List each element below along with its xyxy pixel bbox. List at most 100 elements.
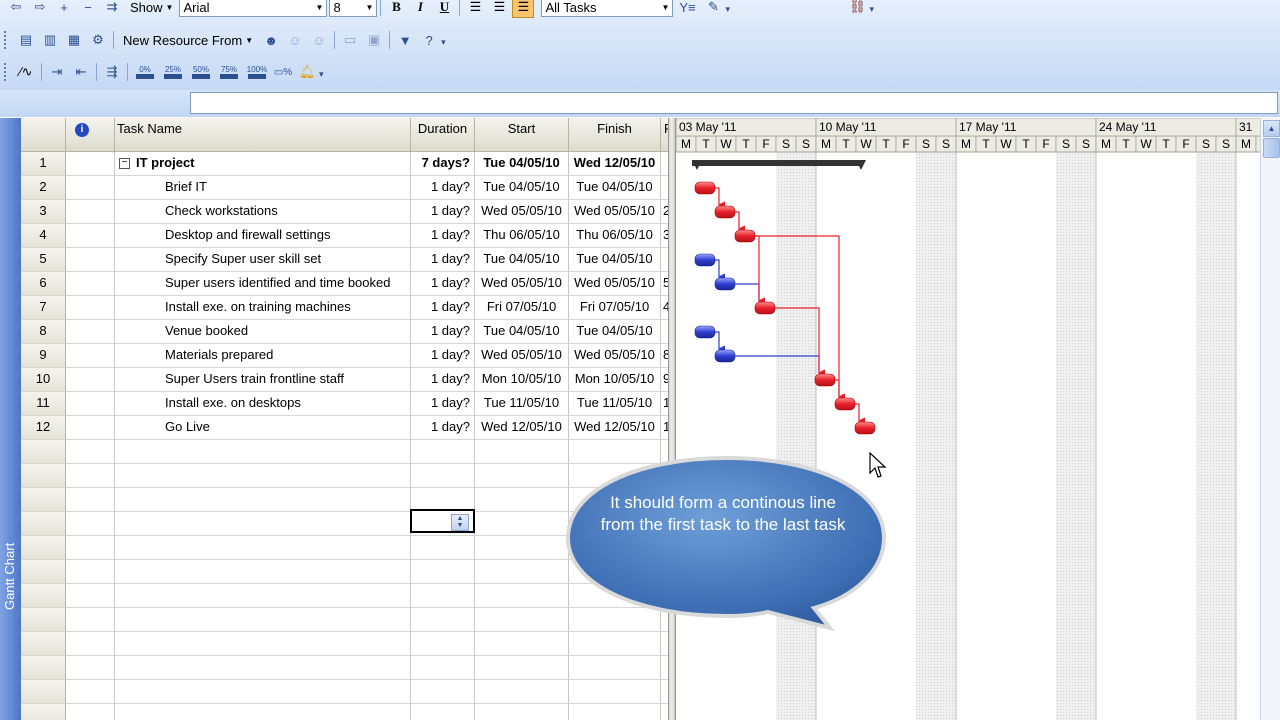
predecessors-cell[interactable] <box>661 632 668 656</box>
task-name-cell[interactable]: Materials prepared <box>115 344 411 368</box>
task-name-cell[interactable]: Super Users train frontline staff <box>115 368 411 392</box>
predecessors-cell[interactable]: 5 <box>661 272 668 296</box>
notes-icon[interactable]: ▭ <box>339 29 361 51</box>
underline-button[interactable]: U <box>433 0 455 18</box>
start-cell[interactable] <box>475 512 569 536</box>
duration-cell[interactable]: 1 day? <box>411 200 475 224</box>
row-header[interactable] <box>21 656 66 680</box>
collapse-toggle-icon[interactable]: − <box>119 158 130 170</box>
start-header[interactable]: Start <box>475 118 569 152</box>
indicator-cell[interactable] <box>66 392 115 416</box>
indicator-cell[interactable] <box>66 464 115 488</box>
toolbar-options-icon[interactable]: ▾ <box>441 32 449 48</box>
filter-icon[interactable]: ▼ <box>394 29 416 51</box>
predecessors-header[interactable]: P <box>661 118 668 152</box>
start-cell[interactable]: Tue 04/05/10 <box>475 248 569 272</box>
start-cell[interactable]: Mon 10/05/10 <box>475 368 569 392</box>
predecessors-cell[interactable] <box>661 704 668 720</box>
start-cell[interactable] <box>475 560 569 584</box>
duration-cell[interactable]: 1 day? <box>411 272 475 296</box>
indicator-cell[interactable] <box>66 272 115 296</box>
duration-cell[interactable] <box>411 560 475 584</box>
row-header[interactable] <box>21 440 66 464</box>
duration-cell[interactable]: 1 day? <box>411 248 475 272</box>
task-name-cell[interactable] <box>115 464 411 488</box>
task-name-cell[interactable]: Install exe. on training machines <box>115 296 411 320</box>
indicator-cell[interactable] <box>66 560 115 584</box>
row-header[interactable]: 6 <box>21 272 66 296</box>
view-bar[interactable]: Gantt Chart <box>0 118 21 720</box>
indicator-cell[interactable] <box>66 512 115 536</box>
task-name-header[interactable]: Task Name <box>115 118 411 152</box>
finish-cell[interactable]: Wed 05/05/10 <box>569 200 661 224</box>
predecessors-cell[interactable] <box>661 320 668 344</box>
task-name-cell[interactable] <box>115 680 411 704</box>
autofilter-icon[interactable]: Y≡ <box>674 0 700 18</box>
toolbar-options-icon[interactable]: ▾ <box>869 0 877 15</box>
row-header[interactable] <box>21 488 66 512</box>
indicator-cell[interactable] <box>66 152 115 176</box>
duration-cell[interactable] <box>411 464 475 488</box>
start-cell[interactable] <box>475 632 569 656</box>
duration-cell[interactable] <box>411 680 475 704</box>
task-name-cell[interactable] <box>115 488 411 512</box>
indicator-cell[interactable] <box>66 488 115 512</box>
duration-cell[interactable]: 1 day? <box>411 368 475 392</box>
predecessors-cell[interactable] <box>661 152 668 176</box>
predecessors-cell[interactable] <box>661 680 668 704</box>
task-name-cell[interactable] <box>115 536 411 560</box>
task-name-cell[interactable] <box>115 560 411 584</box>
row-header[interactable] <box>21 512 66 536</box>
arrow-right-icon[interactable]: ⇨ <box>29 0 51 18</box>
duration-cell[interactable] <box>411 704 475 720</box>
vertical-scrollbar[interactable]: ▲ <box>1260 118 1280 720</box>
start-cell[interactable] <box>475 704 569 720</box>
start-cell[interactable]: Tue 04/05/10 <box>475 152 569 176</box>
indicator-cell[interactable] <box>66 680 115 704</box>
task-name-cell[interactable]: Brief IT <box>115 176 411 200</box>
row-header[interactable] <box>21 704 66 720</box>
row-header[interactable]: 10 <box>21 368 66 392</box>
pct-0-button[interactable]: 0% <box>132 61 158 83</box>
predecessors-cell[interactable] <box>661 176 668 200</box>
task-name-cell[interactable] <box>115 608 411 632</box>
update-as-scheduled-icon[interactable]: ▭% <box>272 61 294 83</box>
row-header[interactable]: 7 <box>21 296 66 320</box>
start-cell[interactable]: Wed 05/05/10 <box>475 344 569 368</box>
indicator-cell[interactable] <box>66 344 115 368</box>
task-name-cell[interactable] <box>115 704 411 720</box>
row-header[interactable] <box>21 584 66 608</box>
predecessors-cell[interactable]: 8 <box>661 344 668 368</box>
show-menu[interactable]: Show ▼ <box>130 0 173 15</box>
task-name-cell[interactable]: Venue booked <box>115 320 411 344</box>
finish-cell[interactable]: Tue 04/05/10 <box>569 320 661 344</box>
start-cell[interactable]: Wed 12/05/10 <box>475 416 569 440</box>
finish-cell[interactable] <box>569 632 661 656</box>
predecessors-cell[interactable]: 2 <box>661 200 668 224</box>
finish-cell[interactable]: Tue 04/05/10 <box>569 176 661 200</box>
row-header[interactable]: 11 <box>21 392 66 416</box>
start-cell[interactable] <box>475 536 569 560</box>
task-name-cell[interactable] <box>115 632 411 656</box>
bold-button[interactable]: B <box>385 0 407 18</box>
row-header[interactable]: 12 <box>21 416 66 440</box>
row-header[interactable] <box>21 608 66 632</box>
scroll-thumb[interactable] <box>1263 138 1280 158</box>
row-header[interactable]: 2 <box>21 176 66 200</box>
gantt-wizard-icon[interactable]: ✎ <box>702 0 724 18</box>
scroll-up-icon[interactable]: ▲ <box>1263 120 1280 137</box>
outdent-icon[interactable]: ⇤ <box>70 61 92 83</box>
row-header[interactable] <box>21 632 66 656</box>
duration-cell[interactable]: 1 day? <box>411 416 475 440</box>
indicator-cell[interactable] <box>66 368 115 392</box>
start-cell[interactable]: Wed 05/05/10 <box>475 200 569 224</box>
indicator-cell[interactable] <box>66 320 115 344</box>
start-cell[interactable] <box>475 440 569 464</box>
row-header[interactable]: 3 <box>21 200 66 224</box>
duration-cell[interactable]: 1 day? <box>411 224 475 248</box>
start-cell[interactable] <box>475 680 569 704</box>
indicator-cell[interactable] <box>66 656 115 680</box>
task-name-cell[interactable]: Super users identified and time booked <box>115 272 411 296</box>
finish-cell[interactable] <box>569 680 661 704</box>
bell-icon[interactable]: 🔔︎ <box>296 61 318 83</box>
